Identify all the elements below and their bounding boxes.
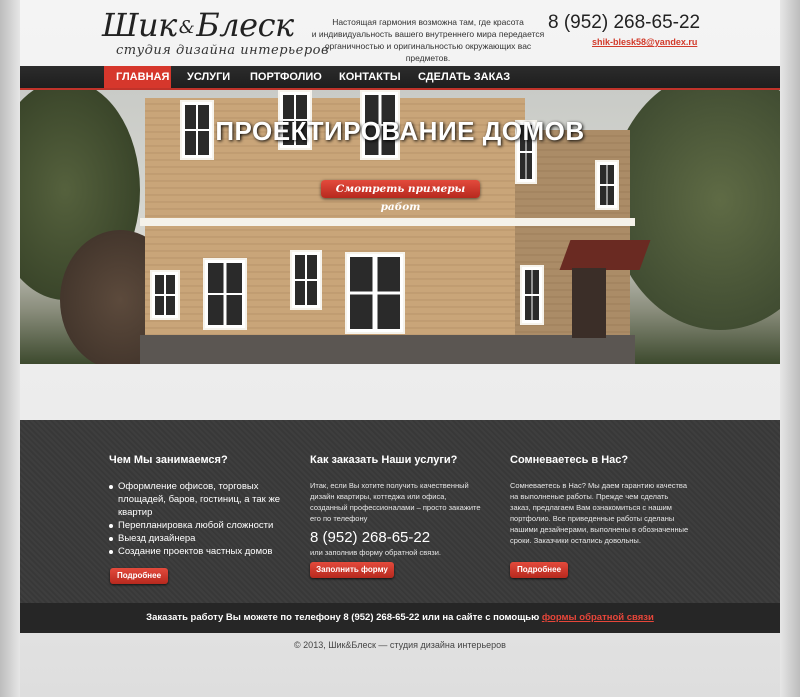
- footer-copyright: © 2013, Шик&Блеск — студия дизайна интер…: [294, 640, 506, 650]
- canopy-image: [559, 240, 651, 270]
- nav-item-order[interactable]: СДЕЛАТЬ ЗАКАЗ: [406, 66, 522, 88]
- column-doubt: Сомневаетесь в Нас? Сомневаетесь в Нас? …: [510, 454, 690, 546]
- more-button[interactable]: Подробнее: [510, 562, 568, 578]
- column-title: Чем Мы занимаемся?: [109, 454, 228, 466]
- column-title: Как заказать Наши услуги?: [310, 454, 458, 466]
- window-image: [203, 258, 247, 330]
- house-trim: [140, 218, 635, 226]
- order-bar: Заказать работу Вы можете по телефону 8 …: [20, 603, 780, 633]
- right-edge-shadow: [780, 0, 800, 697]
- list-item: Выезд дизайнера: [109, 532, 309, 545]
- window-image: [345, 252, 405, 334]
- fill-form-button[interactable]: Заполнить форму: [310, 562, 394, 578]
- site-logo[interactable]: Шик &Блеск студия дизайна интерьеров: [102, 6, 329, 62]
- window-image: [595, 160, 619, 210]
- column-how-to-order: Как заказать Наши услуги? Итак, если Вы …: [310, 454, 485, 557]
- view-examples-button[interactable]: Смотреть примеры работ: [321, 180, 480, 213]
- nav-item-services[interactable]: УСЛУГИ: [175, 66, 242, 88]
- column-what-we-do: Чем Мы занимаемся? Оформление офисов, то…: [109, 454, 309, 558]
- list-item: Оформление офисов, торговых площадей, ба…: [109, 480, 309, 519]
- column-title: Сомневаетесь в Нас?: [510, 454, 629, 466]
- column-phone: 8 (952) 268-65-22: [310, 529, 431, 546]
- house-foundation: [140, 335, 635, 364]
- services-list: Оформление офисов, торговых площадей, ба…: [109, 480, 309, 558]
- logo-subtitle: студия дизайна интерьеров: [116, 43, 330, 58]
- column-note: или заполнив форму обратной связи.: [310, 548, 441, 557]
- nav-item-portfolio[interactable]: ПОРТФОЛИО: [238, 66, 334, 88]
- logo-title: Шик &Блеск: [102, 6, 294, 44]
- more-button[interactable]: Подробнее: [110, 568, 168, 584]
- hero-slider: ПРОЕКТИРОВАНИЕ ДОМОВ Смотреть примеры ра…: [20, 90, 780, 364]
- column-text: Итак, если Вы хотите получить качественн…: [310, 481, 481, 523]
- window-image: [520, 265, 544, 325]
- nav-item-contacts[interactable]: КОНТАКТЫ: [327, 66, 413, 88]
- list-item: Перепланировка любой сложности: [109, 519, 309, 532]
- header-tagline: Настоящая гармония возможна там, где кра…: [311, 17, 545, 63]
- left-edge-shadow: [0, 0, 20, 697]
- page-container: Шик &Блеск студия дизайна интерьеров Наст…: [20, 0, 780, 697]
- order-bar-text: Заказать работу Вы можете по телефону 8 …: [146, 612, 542, 623]
- hero-title: ПРОЕКТИРОВАНИЕ ДОМОВ: [215, 116, 585, 146]
- window-image: [290, 250, 322, 310]
- door-image: [572, 268, 606, 338]
- column-text: Сомневаетесь в Нас? Мы даем гарантию кач…: [510, 481, 689, 545]
- list-item: Создание проектов частных домов: [109, 545, 309, 558]
- site-header: Шик &Блеск студия дизайна интерьеров Наст…: [20, 0, 780, 66]
- nav-item-home[interactable]: ГЛАВНАЯ: [104, 66, 171, 88]
- header-email-link[interactable]: shik-blesk58@yandex.ru: [592, 37, 697, 47]
- window-image: [150, 270, 180, 320]
- header-phone: 8 (952) 268-65-22: [548, 12, 701, 33]
- info-section: Чем Мы занимаемся? Оформление офисов, то…: [20, 420, 780, 603]
- main-nav: ГЛАВНАЯ УСЛУГИ ПОРТФОЛИО КОНТАКТЫ СДЕЛАТ…: [20, 66, 780, 90]
- feedback-form-link[interactable]: формы обратной связи: [542, 612, 654, 623]
